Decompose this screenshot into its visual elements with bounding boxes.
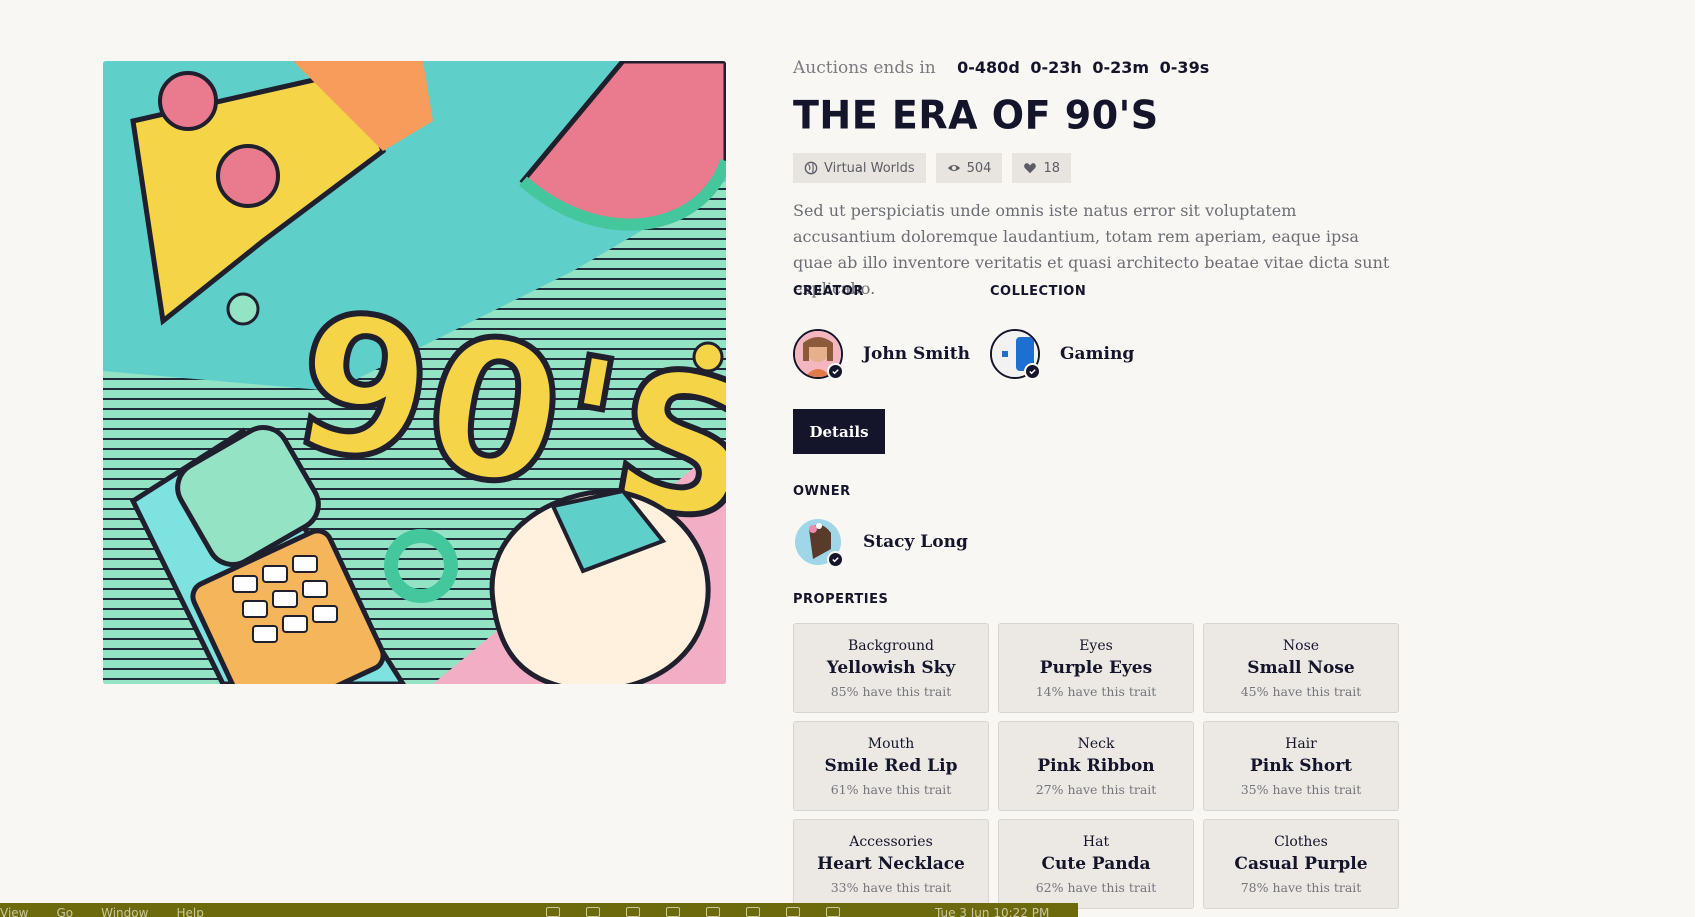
properties-label: PROPERTIES [793,592,889,607]
property-card: Nose Small Nose 45% have this trait [1203,623,1399,713]
property-trait: Clothes [1274,833,1328,850]
auction-label: Auctions ends in [793,58,936,78]
verified-check-icon [1024,363,1041,380]
verified-check-icon [827,363,844,380]
heart-icon [1024,163,1037,174]
creator-name: John Smith [863,344,970,364]
property-value: Small Nose [1247,657,1355,678]
property-rarity: 61% have this trait [830,781,952,797]
tag-views[interactable]: 504 [935,153,1003,183]
property-card: Hair Pink Short 35% have this trait [1203,721,1399,811]
avatar [793,329,844,380]
tag-likes[interactable]: 18 [1012,153,1072,183]
property-value: Smile Red Lip [824,755,958,776]
tag-row: Virtual Worlds 504 18 [793,153,1072,183]
property-trait: Mouth [867,735,915,752]
countdown-minutes: 0-23m [1092,58,1150,77]
property-rarity: 78% have this trait [1240,879,1362,895]
property-value: Pink Ribbon [1037,755,1155,776]
item-description: Sed ut perspiciatis unde omnis iste natu… [793,201,1390,298]
status-icon[interactable] [586,907,600,917]
property-rarity: 85% have this trait [830,683,952,699]
property-value: Heart Necklace [817,853,965,874]
tag-category-label: Virtual Worlds [824,160,915,176]
auction-countdown: Auctions ends in 0-480d 0-23h 0-23m 0-39… [793,58,1214,78]
search-icon[interactable] [826,907,840,917]
globe-icon [804,161,818,175]
os-menubar: View Go Window Help Tue 3 Jun 10:22 PM [0,903,1078,917]
property-card: Hat Cute Panda 62% have this trait [998,819,1194,909]
property-rarity: 33% have this trait [830,879,952,895]
property-card: Clothes Casual Purple 78% have this trai… [1203,819,1399,909]
verified-check-icon [827,551,844,568]
property-rarity: 35% have this trait [1240,781,1362,797]
collection-profile[interactable]: Gaming [990,329,1135,380]
property-rarity: 14% have this trait [1035,683,1157,699]
collection-name: Gaming [1060,344,1135,364]
battery-icon[interactable] [706,907,720,917]
property-rarity: 27% have this trait [1035,781,1157,797]
owner-profile[interactable]: Stacy Long [793,517,968,568]
avatar [793,517,844,568]
property-value: Casual Purple [1234,853,1368,874]
volume-icon[interactable] [626,907,640,917]
property-trait: Eyes [1079,637,1113,654]
property-rarity: 45% have this trait [1240,683,1362,699]
menu-go[interactable]: Go [56,906,73,917]
property-card: Background Yellowish Sky 85% have this t… [793,623,989,713]
owner-name: Stacy Long [863,532,968,552]
nft-artwork-image: 90'S [103,61,726,684]
status-icon[interactable] [546,907,560,917]
property-trait: Accessories [849,833,933,850]
details-tab-button[interactable]: Details [793,409,885,454]
owner-label: OWNER [793,484,851,499]
menu-window[interactable]: Window [101,906,148,917]
property-trait: Background [847,637,935,654]
property-trait: Neck [1077,735,1115,752]
creator-profile[interactable]: John Smith [793,329,970,380]
property-rarity: 62% have this trait [1035,879,1157,895]
menu-help[interactable]: Help [176,906,203,917]
wifi-icon[interactable] [746,907,760,917]
countdown-seconds: 0-39s [1159,58,1210,77]
property-value: Yellowish Sky [826,657,956,678]
property-trait: Hat [1082,833,1110,850]
property-value: Pink Short [1249,755,1353,776]
property-card: Neck Pink Ribbon 27% have this trait [998,721,1194,811]
property-trait: Hair [1285,735,1317,752]
tag-likes-count: 18 [1043,160,1061,176]
properties-grid: Background Yellowish Sky 85% have this t… [793,623,1399,909]
bluetooth-icon[interactable] [786,907,800,917]
eye-icon [947,164,960,172]
property-trait: Nose [1282,637,1320,654]
property-card: Accessories Heart Necklace 33% have this… [793,819,989,909]
tag-category[interactable]: Virtual Worlds [793,153,926,183]
creator-label: CREATOR [793,284,864,299]
menu-view[interactable]: View [0,906,28,917]
property-card: Mouth Smile Red Lip 61% have this trait [793,721,989,811]
menubar-clock[interactable]: Tue 3 Jun 10:22 PM [935,906,1049,917]
property-value: Cute Panda [1041,853,1151,874]
tag-views-count: 504 [966,160,992,176]
page-title: THE ERA OF 90'S [793,92,1159,138]
status-icons [546,907,840,917]
right-edge-panel [1695,0,1705,917]
property-value: Purple Eyes [1039,657,1153,678]
countdown-days: 0-480d [957,58,1020,77]
status-icon[interactable] [666,907,680,917]
countdown-hours: 0-23h [1030,58,1082,77]
property-card: Eyes Purple Eyes 14% have this trait [998,623,1194,713]
collection-label: COLLECTION [990,284,1087,299]
collection-avatar [990,329,1041,380]
